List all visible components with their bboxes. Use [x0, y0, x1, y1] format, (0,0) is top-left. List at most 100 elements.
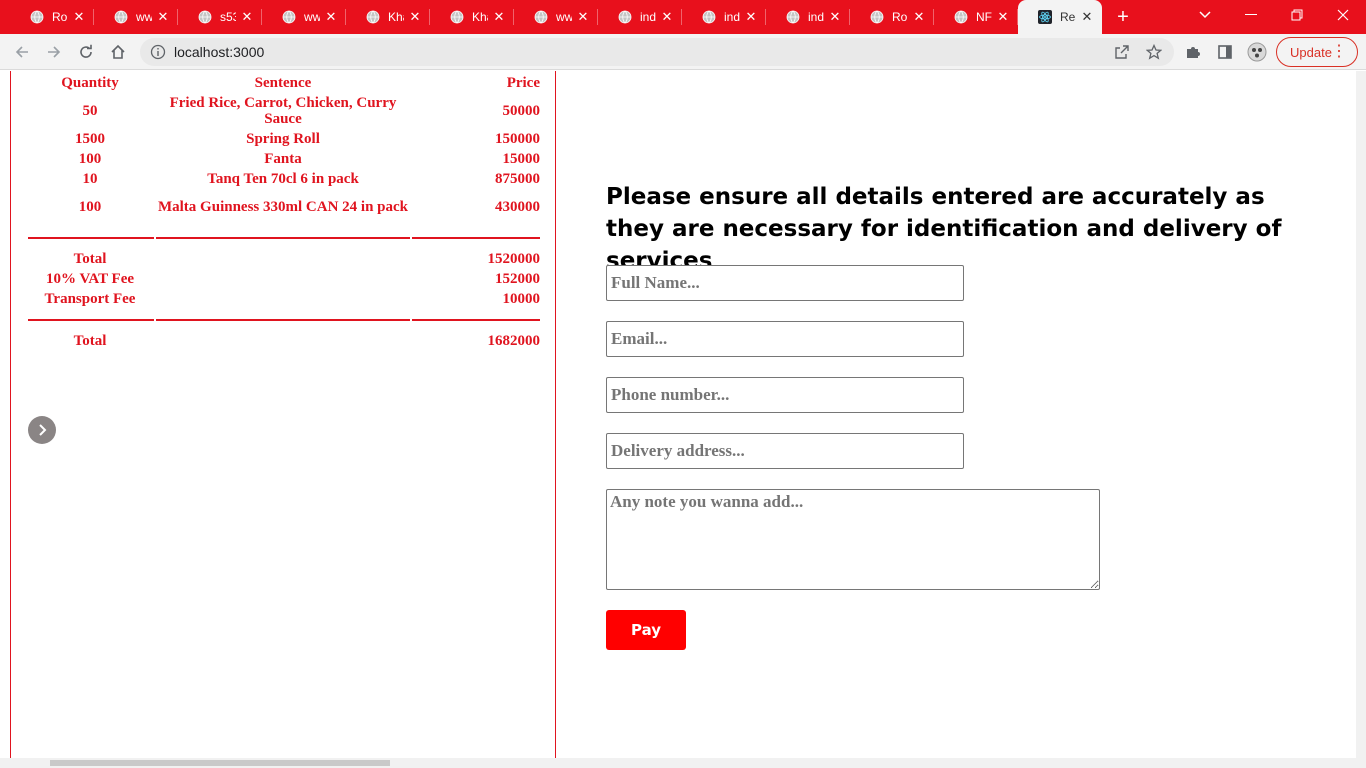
- next-slide-button[interactable]: [28, 416, 56, 444]
- item-quantity: 100: [78, 150, 102, 167]
- subtotal-label: Transport Fee: [44, 290, 136, 307]
- side-panel-icon: [1218, 45, 1232, 59]
- pay-button[interactable]: Pay: [606, 610, 686, 650]
- browser-tab[interactable]: s53 ✕: [178, 0, 262, 34]
- close-tab-icon[interactable]: ✕: [72, 9, 86, 24]
- close-tab-icon[interactable]: ✕: [912, 9, 926, 24]
- subtotal-value: 1520000: [487, 250, 541, 267]
- tab-label: inde: [808, 10, 824, 24]
- vertical-scrollbar[interactable]: [1356, 71, 1366, 768]
- sentence-header: Sentence: [254, 75, 312, 91]
- close-tab-icon[interactable]: ✕: [156, 9, 170, 24]
- globe-icon: [114, 10, 128, 24]
- subtotal-label: Total: [73, 250, 107, 267]
- globe-icon: [450, 10, 464, 24]
- arrow-left-icon: [15, 46, 28, 58]
- close-tab-icon[interactable]: ✕: [744, 9, 758, 24]
- grand-total-value: 1682000: [487, 332, 541, 349]
- horizontal-scrollbar[interactable]: [0, 758, 1356, 768]
- tab-label: www: [556, 10, 572, 24]
- update-button[interactable]: Update ⋮: [1276, 37, 1358, 67]
- browser-tab[interactable]: www ✕: [514, 0, 598, 34]
- browser-tab[interactable]: Rop ✕: [850, 0, 934, 34]
- browser-tab[interactable]: inde ✕: [682, 0, 766, 34]
- browser-tab[interactable]: Rop ✕: [10, 0, 94, 34]
- browser-tab[interactable]: Kha ✕: [346, 0, 430, 34]
- browser-tab[interactable]: Kha ✕: [430, 0, 514, 34]
- tab-strip: Rop✕www✕s53✕www✕Kha✕Kha✕www✕inde✕inde✕in…: [0, 0, 1366, 34]
- tab-label: s53: [220, 10, 236, 24]
- tab-search-button[interactable]: [1182, 0, 1228, 30]
- email-input[interactable]: [606, 321, 964, 357]
- close-tab-icon[interactable]: ✕: [240, 9, 254, 24]
- back-button[interactable]: [10, 40, 34, 64]
- item-price: 150000: [495, 130, 540, 147]
- browser-tab[interactable]: www ✕: [262, 0, 346, 34]
- order-summary-panel: Quantity Sentence Price 50 Fried Rice, Ca…: [10, 71, 556, 758]
- order-item-row: 10 Tanq Ten 70cl 6 in pack 875000: [28, 169, 541, 189]
- browser-tab[interactable]: inde ✕: [598, 0, 682, 34]
- globe-icon: [618, 10, 632, 24]
- item-quantity: 10: [82, 170, 98, 187]
- subtotal-row: Total 1520000: [28, 249, 540, 269]
- avatar-icon: [1247, 42, 1267, 62]
- globe-icon: [30, 10, 44, 24]
- close-tab-icon[interactable]: ✕: [408, 9, 422, 24]
- tab-label: Kha: [388, 10, 404, 24]
- globe-icon: [786, 10, 800, 24]
- info-icon[interactable]: [150, 44, 166, 60]
- profile-button[interactable]: [1245, 40, 1269, 64]
- item-sentence: Malta Guinness 330ml CAN 24 in pack: [157, 199, 409, 215]
- close-tab-icon[interactable]: ✕: [996, 9, 1010, 24]
- address-bar[interactable]: localhost:3000: [140, 38, 1174, 66]
- globe-icon: [870, 10, 884, 24]
- close-tab-icon[interactable]: ✕: [828, 9, 842, 24]
- browser-tab[interactable]: NFT ✕: [934, 0, 1018, 34]
- close-tab-icon[interactable]: ✕: [576, 9, 590, 24]
- more-menu-icon[interactable]: ⋮: [1331, 44, 1347, 60]
- forward-button[interactable]: [42, 40, 66, 64]
- close-tab-icon[interactable]: ✕: [324, 9, 338, 24]
- order-subtotals: Total 1520000 10% VAT Fee 152000 Transport F…: [28, 249, 540, 309]
- puzzle-icon: [1187, 47, 1200, 58]
- arrow-right-icon: [48, 46, 61, 58]
- close-tab-icon[interactable]: ✕: [1080, 9, 1094, 24]
- close-tab-icon[interactable]: ✕: [660, 9, 674, 24]
- browser-tab[interactable]: www ✕: [94, 0, 178, 34]
- tab-label: www: [304, 10, 320, 24]
- bookmark-button[interactable]: [1142, 40, 1166, 64]
- browser-tab[interactable]: Rea ✕: [1018, 0, 1102, 34]
- tab-label: Rop: [52, 10, 68, 24]
- item-quantity: 50: [82, 102, 98, 119]
- browser-tab[interactable]: inde ✕: [766, 0, 850, 34]
- extensions-button[interactable]: [1181, 40, 1205, 64]
- price-header: Price: [506, 74, 540, 91]
- side-panel-button[interactable]: [1213, 40, 1237, 64]
- item-quantity: 100: [78, 198, 102, 215]
- star-icon: [1146, 44, 1162, 60]
- home-button[interactable]: [106, 40, 130, 64]
- home-icon: [111, 44, 125, 59]
- share-button[interactable]: [1110, 40, 1134, 64]
- reload-button[interactable]: [74, 40, 98, 64]
- close-icon: [1337, 9, 1349, 21]
- subtotal-row: 10% VAT Fee 152000: [28, 269, 540, 289]
- minimize-button[interactable]: [1228, 0, 1274, 30]
- grand-total-row: Total 1682000: [28, 331, 540, 351]
- note-textarea[interactable]: [606, 489, 1100, 590]
- close-window-button[interactable]: [1320, 0, 1366, 30]
- restore-button[interactable]: [1274, 0, 1320, 30]
- full-name-input[interactable]: [606, 265, 964, 301]
- divider: [28, 237, 540, 239]
- tab-label: Rop: [892, 10, 908, 24]
- order-table: Quantity Sentence Price 50 Fried Rice, Ca…: [28, 73, 540, 351]
- phone-input[interactable]: [606, 377, 964, 413]
- scrollbar-thumb[interactable]: [50, 760, 390, 766]
- form-notice: Please ensure all details entered are ac…: [606, 184, 1282, 274]
- quantity-header: Quantity: [61, 74, 119, 91]
- delivery-address-input[interactable]: [606, 433, 964, 469]
- subtotal-row: Transport Fee 10000: [28, 289, 540, 309]
- new-tab-button[interactable]: +: [1106, 0, 1140, 34]
- close-tab-icon[interactable]: ✕: [492, 9, 506, 24]
- react-icon: [1038, 10, 1052, 24]
